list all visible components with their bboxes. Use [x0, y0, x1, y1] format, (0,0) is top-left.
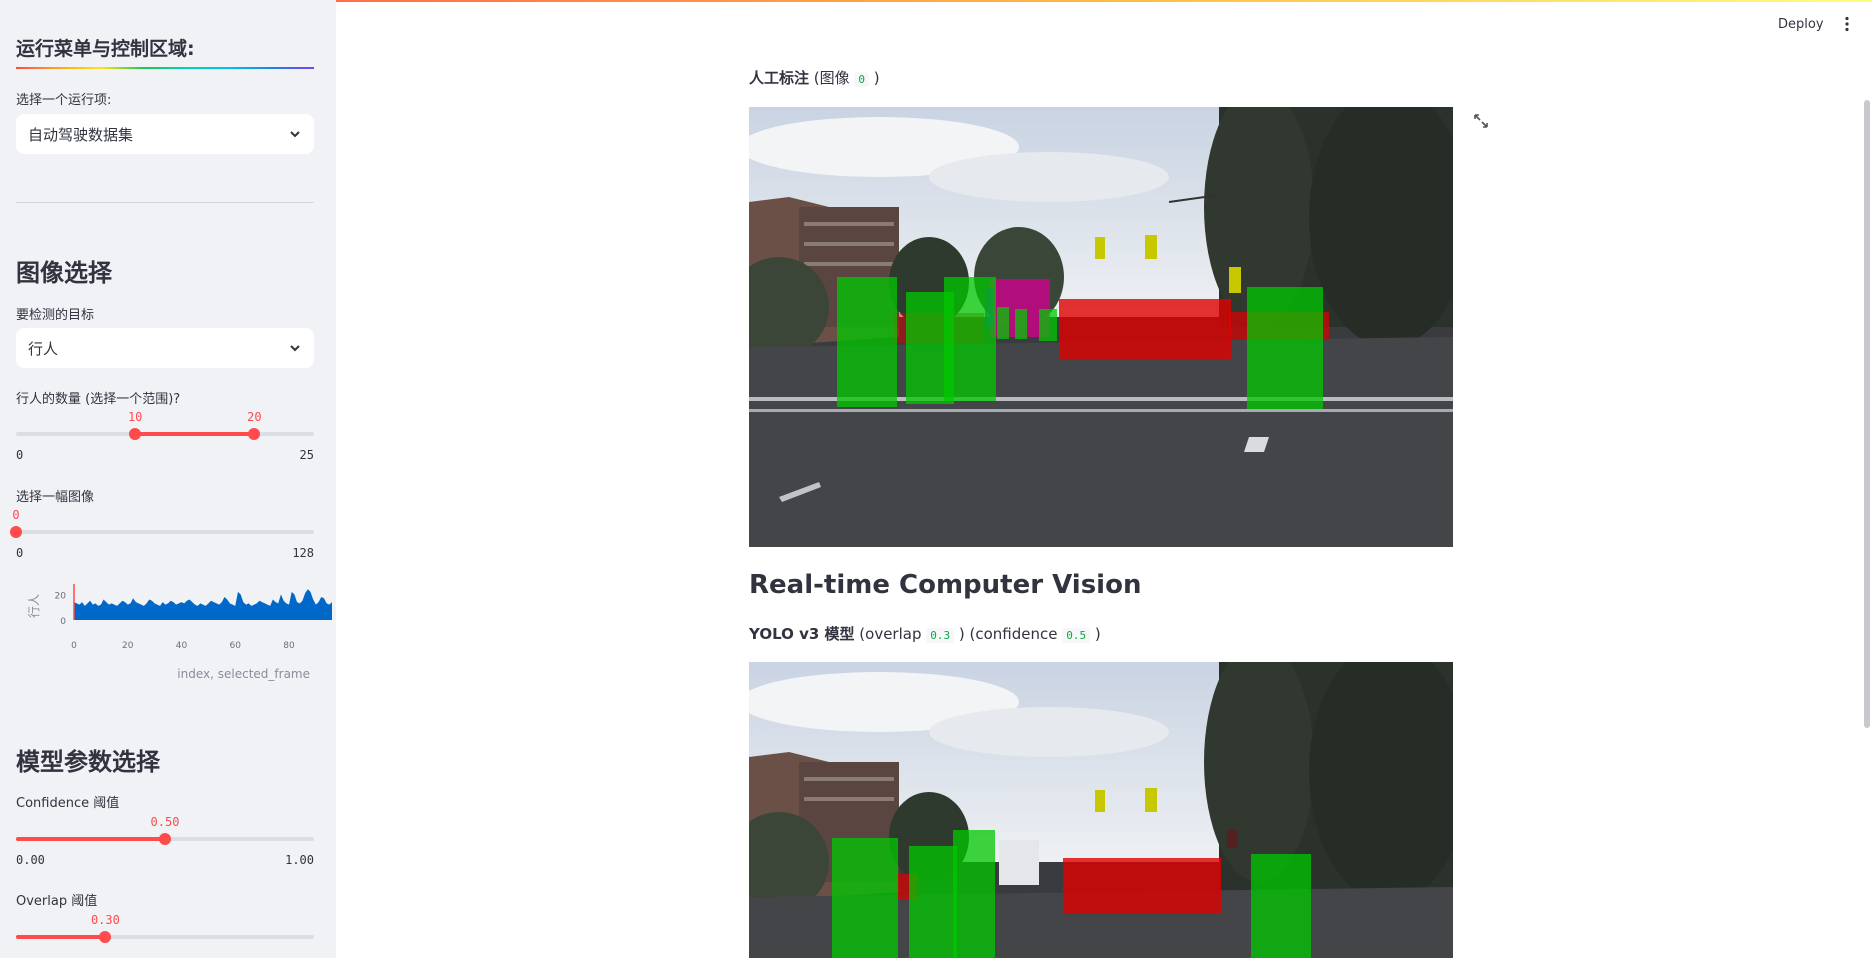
slider-min: 0	[16, 448, 24, 462]
x-tick-label: 0	[71, 641, 77, 651]
slider-thumb[interactable]	[10, 526, 22, 538]
slider-low-value: 10	[127, 410, 143, 424]
run-select-label: 选择一个运行项:	[16, 93, 112, 108]
slider-max: 1.00	[285, 853, 314, 867]
target-select[interactable]: 行人	[16, 328, 314, 368]
slider-max: 128	[292, 546, 314, 560]
slider-fill	[16, 837, 165, 841]
overlap-code: 0.3	[926, 628, 955, 643]
target-select-value: 行人	[28, 339, 59, 358]
slider-fill	[16, 935, 106, 939]
fullscreen-expand-icon[interactable]	[1473, 113, 1489, 129]
slider-high-value: 20	[247, 410, 262, 424]
model-section-title: 模型参数选择	[16, 748, 160, 776]
slider-track	[16, 530, 314, 534]
yolo-detection-image[interactable]	[749, 662, 1453, 958]
x-tick-label: 80	[283, 641, 295, 651]
y-axis-label: 行人	[27, 594, 41, 618]
annotation-caption: 人工标注 (图像 0 )	[749, 67, 880, 88]
slider-value: 0.30	[90, 913, 120, 927]
slider-thumb-low[interactable]	[129, 428, 142, 440]
target-select-label: 要检测的目标	[16, 308, 95, 323]
caption-text: (overlap	[854, 625, 927, 643]
slider-value: 0.50	[150, 815, 180, 829]
confidence-slider[interactable]: 0.50 0.00 1.00	[16, 805, 314, 867]
slider-max: 25	[299, 448, 314, 462]
slider-thumb[interactable]	[99, 931, 112, 943]
image-index-code: 0	[854, 72, 870, 87]
caption-text: )	[1090, 625, 1101, 643]
x-tick-label: 20	[122, 641, 134, 651]
chevron-down-icon	[290, 131, 300, 138]
slider-fill	[135, 432, 255, 436]
chart-area-series	[74, 589, 332, 620]
x-tick-label: 60	[230, 641, 242, 651]
model-caption: YOLO v3 模型 (overlap 0.3 ) (confidence 0.…	[749, 623, 1101, 644]
slider-thumb[interactable]	[159, 833, 171, 845]
confidence-code: 0.5	[1062, 628, 1091, 643]
count-range-slider[interactable]: 10 20 0 25	[16, 400, 314, 462]
image-section-title: 图像选择	[16, 259, 112, 287]
run-select[interactable]: 自动驾驶数据集	[16, 114, 314, 154]
slider-min: 0	[16, 546, 24, 560]
rainbow-divider	[16, 67, 314, 69]
x-axis-label: index, selected_frame	[177, 667, 310, 681]
image-index-slider[interactable]: 0 0 128	[10, 498, 314, 560]
pedestrian-count-chart[interactable]: 0 20 0 20 40 60 80 行人 index, selected_frame	[16, 578, 336, 688]
deploy-button[interactable]: Deploy	[1770, 14, 1832, 35]
slider-thumb-high[interactable]	[248, 428, 261, 440]
section-title: Real-time Computer Vision	[749, 570, 1142, 600]
slider-value: 0	[12, 508, 20, 522]
caption-text: (图像	[809, 69, 855, 87]
overlap-slider[interactable]: 0.30	[16, 903, 314, 958]
caption-text: )	[869, 69, 880, 87]
caption-text: ) (confidence	[954, 625, 1063, 643]
slider-min: 0.00	[16, 853, 45, 867]
sidebar-menu-title: 运行菜单与控制区域:	[16, 38, 195, 60]
y-tick-label: 20	[55, 591, 67, 601]
main-scrollbar[interactable]	[1864, 100, 1870, 728]
x-tick-label: 40	[176, 641, 188, 651]
y-tick-label: 0	[60, 617, 66, 627]
sidebar-divider	[16, 202, 314, 203]
annotation-caption-title: 人工标注	[749, 69, 810, 87]
run-select-value: 自动驾驶数据集	[28, 125, 134, 144]
model-caption-title: YOLO v3 模型	[749, 625, 855, 643]
annotated-street-image[interactable]	[749, 107, 1453, 547]
chevron-down-icon	[290, 345, 300, 352]
kebab-menu-icon[interactable]	[1844, 16, 1850, 32]
sidebar: 运行菜单与控制区域: 选择一个运行项: 自动驾驶数据集 图像选择 要检测的目标 …	[0, 0, 336, 958]
